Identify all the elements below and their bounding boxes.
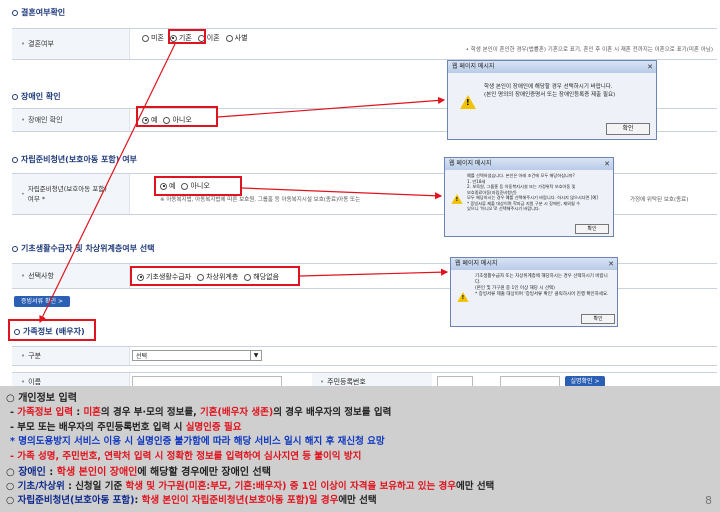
notes-panel: ○ 개인정보 입력 - 가족정보 입력 : 미혼의 경우 부·모의 정보를, 기…: [0, 386, 720, 512]
note-disability: ○ 장애인 : 학생 본인이 장애인에 해당할 경우에만 장애인 선택: [6, 467, 271, 478]
note-rrn-auth: - 부모 또는 배우자의 주민등록번호 입력 시 실명인증 필요: [10, 422, 242, 433]
note-personal-info: ○ 개인정보 입력: [6, 393, 77, 404]
page-number: 8: [705, 494, 712, 507]
note-independent: ○ 자립준비청년(보호아동 포함): 학생 본인이 자립준비청년(보호아동 포함…: [6, 495, 377, 506]
note-accuracy: - 가족 성명, 주민번호, 연락처 입력 시 정확한 정보를 입력하여 심사지…: [10, 451, 362, 462]
note-identity-theft: * 명의도용방지 서비스 이용 시 실명인증 불가함에 따라 해당 서비스 일시…: [10, 436, 385, 447]
arrow-independent-to-dialog: [241, 187, 443, 200]
arrow-basic-to-dialog: [299, 268, 449, 277]
note-family-info: - 가족정보 입력 : 미혼의 경우 부·모의 정보를, 기혼(배우자 생존)의…: [10, 407, 392, 418]
arrow-married-to-family: [39, 43, 176, 324]
arrow-disability-to-dialog: [217, 96, 446, 118]
note-basic: ○ 기초/차상위 : 신청일 기준 학생 및 가구원(미혼:부모, 기혼:배우자…: [6, 481, 495, 492]
